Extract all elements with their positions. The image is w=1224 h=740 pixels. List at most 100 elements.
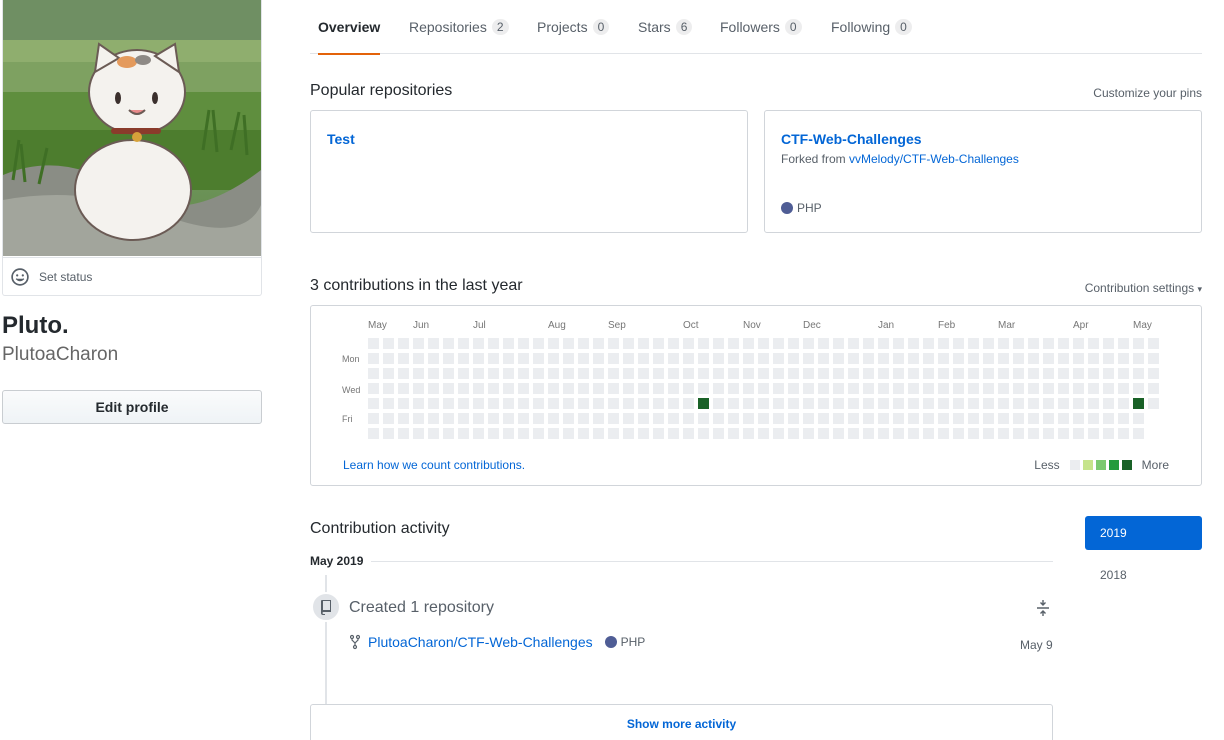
contribution-day-cell[interactable]: [1103, 383, 1114, 394]
activity-repo-link[interactable]: PlutoaCharon/CTF-Web-Challenges: [368, 634, 593, 650]
contribution-day-cell[interactable]: [473, 428, 484, 439]
contribution-day-cell[interactable]: [773, 413, 784, 424]
contribution-day-cell[interactable]: [368, 338, 379, 349]
contribution-day-cell[interactable]: [518, 413, 529, 424]
contribution-day-cell[interactable]: [1103, 338, 1114, 349]
contribution-day-cell[interactable]: [728, 428, 739, 439]
contribution-day-cell[interactable]: [623, 353, 634, 364]
contribution-day-cell[interactable]: [368, 353, 379, 364]
contribution-day-cell[interactable]: [983, 413, 994, 424]
contribution-day-cell[interactable]: [398, 428, 409, 439]
contribution-day-cell[interactable]: [743, 338, 754, 349]
contribution-day-cell[interactable]: [563, 338, 574, 349]
contribution-day-cell[interactable]: [938, 338, 949, 349]
contribution-day-cell[interactable]: [1073, 398, 1084, 409]
contribution-day-cell[interactable]: [593, 353, 604, 364]
contribution-day-cell[interactable]: [593, 383, 604, 394]
contribution-day-cell[interactable]: [398, 383, 409, 394]
contribution-day-cell[interactable]: [638, 368, 649, 379]
contribution-day-cell[interactable]: [473, 338, 484, 349]
contribution-day-cell[interactable]: [488, 353, 499, 364]
contribution-day-cell[interactable]: [863, 353, 874, 364]
contribution-day-cell[interactable]: [758, 398, 769, 409]
contribution-day-cell[interactable]: [1088, 413, 1099, 424]
contribution-day-cell[interactable]: [758, 428, 769, 439]
contribution-day-cell[interactable]: [773, 338, 784, 349]
contribution-day-cell[interactable]: [563, 353, 574, 364]
contribution-day-cell[interactable]: [893, 398, 904, 409]
contribution-day-cell[interactable]: [1103, 353, 1114, 364]
contribution-day-cell[interactable]: [413, 413, 424, 424]
contribution-day-cell[interactable]: [1043, 338, 1054, 349]
contribution-day-cell[interactable]: [968, 398, 979, 409]
contribution-day-cell[interactable]: [803, 428, 814, 439]
contribution-day-cell[interactable]: [413, 428, 424, 439]
contribution-day-cell[interactable]: [578, 428, 589, 439]
contribution-day-cell[interactable]: [998, 368, 1009, 379]
contribution-day-cell[interactable]: [863, 383, 874, 394]
contribution-day-cell[interactable]: [803, 338, 814, 349]
contribution-day-cell[interactable]: [608, 398, 619, 409]
contribution-day-cell[interactable]: [593, 368, 604, 379]
contribution-day-cell[interactable]: [458, 353, 469, 364]
contribution-day-cell[interactable]: [818, 398, 829, 409]
contribution-day-cell[interactable]: [518, 368, 529, 379]
contribution-day-cell[interactable]: [443, 353, 454, 364]
contribution-day-cell[interactable]: [368, 428, 379, 439]
contribution-day-cell[interactable]: [728, 368, 739, 379]
contribution-day-cell[interactable]: [908, 383, 919, 394]
contribution-day-cell[interactable]: [728, 413, 739, 424]
contribution-day-cell[interactable]: [803, 368, 814, 379]
contribution-day-cell[interactable]: [1013, 428, 1024, 439]
contribution-day-cell[interactable]: [938, 428, 949, 439]
contribution-day-cell[interactable]: [533, 413, 544, 424]
contribution-day-cell[interactable]: [908, 338, 919, 349]
contribution-day-cell[interactable]: [1103, 428, 1114, 439]
contribution-day-cell[interactable]: [533, 428, 544, 439]
contribution-day-cell[interactable]: [1088, 428, 1099, 439]
contribution-day-cell[interactable]: [533, 353, 544, 364]
contribution-day-cell[interactable]: [728, 338, 739, 349]
contribution-day-cell[interactable]: [1088, 338, 1099, 349]
contribution-day-cell[interactable]: [923, 353, 934, 364]
contribution-day-cell[interactable]: [1058, 353, 1069, 364]
contribution-day-cell[interactable]: [878, 383, 889, 394]
contribution-day-cell[interactable]: [953, 398, 964, 409]
contribution-day-cell[interactable]: [578, 398, 589, 409]
contribution-day-cell[interactable]: [923, 413, 934, 424]
contribution-day-cell[interactable]: [1118, 413, 1129, 424]
contribution-day-cell[interactable]: [818, 413, 829, 424]
contribution-day-cell[interactable]: [533, 398, 544, 409]
contribution-day-cell[interactable]: [683, 353, 694, 364]
contribution-day-cell[interactable]: [488, 428, 499, 439]
contribution-day-cell[interactable]: [698, 338, 709, 349]
contribution-day-cell[interactable]: [413, 338, 424, 349]
contribution-day-cell[interactable]: [443, 383, 454, 394]
contribution-day-cell[interactable]: [1028, 428, 1039, 439]
contribution-day-cell[interactable]: [503, 383, 514, 394]
contribution-day-cell[interactable]: [1118, 428, 1129, 439]
contribution-day-cell[interactable]: [938, 413, 949, 424]
contribution-day-cell[interactable]: [998, 338, 1009, 349]
contribution-day-cell[interactable]: [563, 368, 574, 379]
contribution-day-cell[interactable]: [428, 338, 439, 349]
contribution-day-cell[interactable]: [923, 428, 934, 439]
contribution-day-cell[interactable]: [878, 338, 889, 349]
contribution-day-cell[interactable]: [833, 383, 844, 394]
contribution-day-cell[interactable]: [953, 428, 964, 439]
contribution-day-cell[interactable]: [968, 428, 979, 439]
contribution-day-cell[interactable]: [458, 398, 469, 409]
contribution-day-cell[interactable]: [698, 398, 709, 409]
year-filter-2019[interactable]: 2019: [1085, 516, 1202, 550]
contribution-day-cell[interactable]: [803, 383, 814, 394]
contribution-day-cell[interactable]: [383, 428, 394, 439]
contribution-day-cell[interactable]: [758, 368, 769, 379]
contribution-day-cell[interactable]: [473, 383, 484, 394]
contribution-day-cell[interactable]: [398, 353, 409, 364]
contribution-day-cell[interactable]: [1133, 353, 1144, 364]
contribution-day-cell[interactable]: [968, 338, 979, 349]
contribution-day-cell[interactable]: [983, 353, 994, 364]
contribution-day-cell[interactable]: [803, 353, 814, 364]
contribution-day-cell[interactable]: [1133, 428, 1144, 439]
contribution-day-cell[interactable]: [1118, 383, 1129, 394]
